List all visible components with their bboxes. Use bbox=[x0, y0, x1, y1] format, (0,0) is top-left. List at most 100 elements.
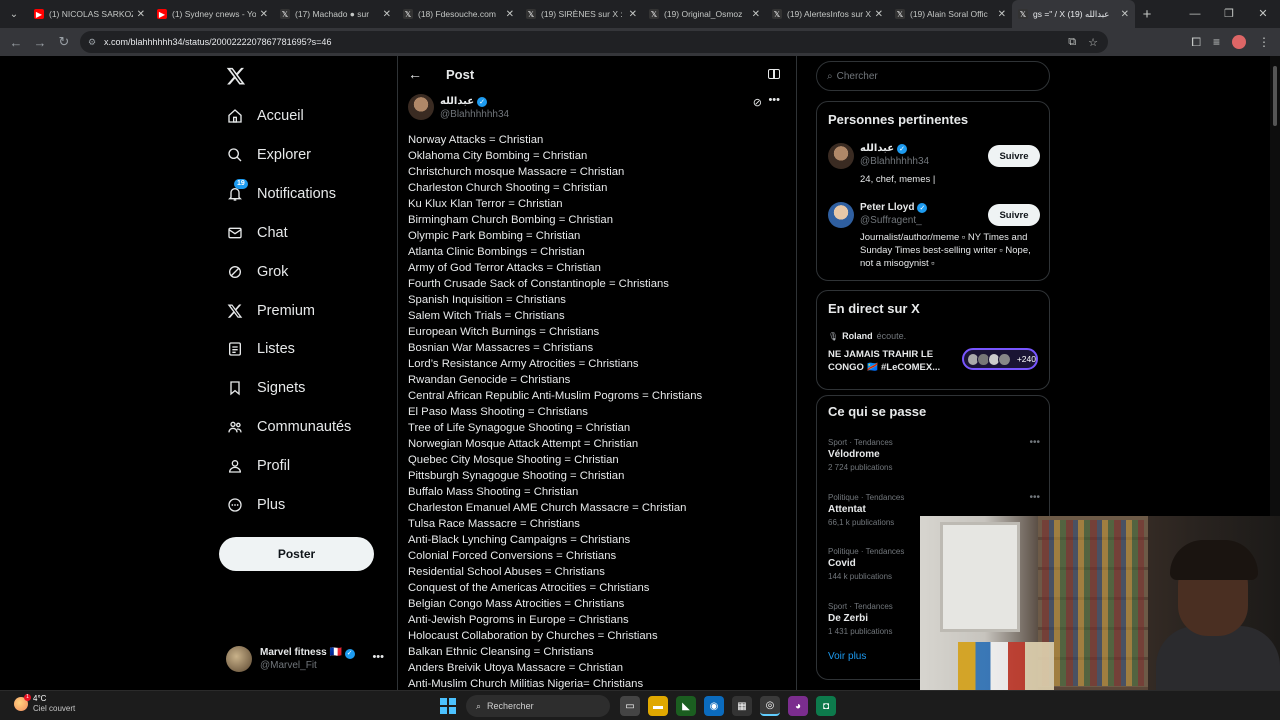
trend-item[interactable]: Sport · Tendances Vélodrome 2 724 publicat… bbox=[828, 437, 1040, 474]
chrome-icon[interactable]: ◎ bbox=[760, 696, 780, 716]
back-arrow-icon[interactable]: ← bbox=[408, 66, 422, 82]
browser-menu-icon[interactable]: ⋮ bbox=[1258, 35, 1270, 49]
browser-tab[interactable]: 𝕏 (17) Machado ● sur ✕ bbox=[274, 0, 397, 28]
reading-list-icon[interactable]: ≡ bbox=[1213, 35, 1220, 49]
author-handle[interactable]: @Blahhhhhh34 bbox=[440, 109, 509, 120]
live-title[interactable]: NE JAMAIS TRAHIR LE CONGO 🇨🇩 #LeCOMEX... bbox=[828, 348, 958, 374]
grok-explain-icon[interactable]: ⊘ bbox=[753, 96, 762, 109]
close-tab-icon[interactable]: ✕ bbox=[260, 9, 268, 20]
person-name[interactable]: عبدالله ✓ bbox=[860, 143, 908, 154]
file-explorer-icon[interactable]: ▬ bbox=[648, 696, 668, 716]
avatar[interactable] bbox=[828, 202, 854, 228]
tab-favicon-icon: 𝕏 bbox=[772, 9, 782, 19]
close-tab-icon[interactable]: ✕ bbox=[752, 9, 760, 20]
browser-tab[interactable]: 𝕏 (19) AlertesInfos sur X ✕ bbox=[766, 0, 889, 28]
post-text-line: Birmingham Church Bombing = Christian bbox=[408, 214, 613, 226]
windows-start-icon[interactable] bbox=[440, 698, 456, 714]
edge-icon[interactable]: ◉ bbox=[704, 696, 724, 716]
browser-toolbar: ← → ↻ ⚙ x.com/blahhhhhh34/status/2000222… bbox=[0, 28, 1280, 56]
close-tab-icon[interactable]: ✕ bbox=[383, 9, 391, 20]
nav-item-signets[interactable]: Signets bbox=[226, 373, 305, 403]
close-tab-icon[interactable]: ✕ bbox=[875, 9, 883, 20]
firefox-icon[interactable]: ◕ bbox=[788, 696, 808, 716]
nav-item-plus[interactable]: Plus bbox=[226, 490, 285, 520]
nvidia-icon[interactable]: ◣ bbox=[676, 696, 696, 716]
streaming-app-icon[interactable]: ◘ bbox=[816, 696, 836, 716]
tab-search-icon[interactable]: ⌄ bbox=[0, 0, 28, 28]
author-name[interactable]: عبدالله ✓ bbox=[440, 96, 488, 107]
more-dots-icon[interactable]: ••• bbox=[768, 94, 780, 106]
bookmark-star-icon[interactable]: ☆ bbox=[1088, 36, 1098, 49]
task-view-icon[interactable]: ▭ bbox=[620, 696, 640, 716]
card-title: Personnes pertinentes bbox=[828, 112, 969, 127]
see-more-link[interactable]: Voir plus bbox=[828, 651, 866, 662]
nav-item-premium[interactable]: Premium bbox=[226, 296, 315, 326]
follow-button[interactable]: Suivre bbox=[988, 145, 1040, 167]
browser-tab[interactable]: 𝕏 (19) SIRÈNES sur X : " ✕ bbox=[520, 0, 643, 28]
address-bar[interactable]: ⚙ x.com/blahhhhhh34/status/2000222207867… bbox=[80, 31, 1108, 53]
live-listeners-pill[interactable]: +240 bbox=[962, 348, 1038, 370]
post-text-line: Central African Republic Anti-Muslim Pog… bbox=[408, 390, 703, 402]
close-tab-icon[interactable]: ✕ bbox=[137, 9, 145, 20]
nav-item-listes[interactable]: Listes bbox=[226, 334, 295, 364]
weather-widget[interactable]: 1 4°C Ciel couvert bbox=[14, 694, 75, 714]
person-item[interactable]: عبدالله ✓ @Blahhhhhh34 24, chef, memes | … bbox=[828, 143, 1040, 187]
post-button[interactable]: Poster bbox=[219, 537, 374, 571]
person-name[interactable]: Peter Lloyd ✓ bbox=[860, 202, 928, 213]
more-dots-icon[interactable]: ••• bbox=[1029, 437, 1040, 448]
browser-tab[interactable]: ▶ (1) NICOLAS SARKOZY ✕ bbox=[28, 0, 151, 28]
post-text-line: Anti-Muslim Church Militias Nigeria= Chr… bbox=[408, 678, 644, 690]
minimize-icon[interactable]: — bbox=[1178, 0, 1212, 28]
store-icon[interactable]: ▦ bbox=[732, 696, 752, 716]
nav-item-chat[interactable]: Chat bbox=[226, 218, 288, 248]
webcam-overlay bbox=[920, 516, 1280, 690]
account-handle: @Marvel_Fit bbox=[260, 660, 317, 671]
browser-profile-avatar[interactable] bbox=[1232, 35, 1246, 49]
avatar[interactable] bbox=[828, 143, 854, 169]
nav-item-notifications[interactable]: 19 Notifications bbox=[226, 178, 336, 209]
browser-tab[interactable]: 𝕏 (19) Original_Osmoz ✕ bbox=[643, 0, 766, 28]
live-host[interactable]: 🎙 Roland écoute. bbox=[828, 331, 906, 341]
taskbar-search[interactable]: ⌕ Rechercher bbox=[466, 695, 610, 717]
site-info-icon[interactable]: ⚙ bbox=[88, 37, 98, 48]
browser-tab[interactable]: 𝕏 (19) Alain Soral Offic ✕ bbox=[889, 0, 1012, 28]
back-icon[interactable]: ← bbox=[4, 35, 28, 50]
browser-tab[interactable]: ▶ (1) Sydney cnews - You ✕ bbox=[151, 0, 274, 28]
post-text-line: Ku Klux Klan Terror = Christian bbox=[408, 198, 563, 210]
close-tab-icon[interactable]: ✕ bbox=[1121, 9, 1129, 20]
trend-name: Vélodrome bbox=[828, 449, 880, 460]
reader-mode-icon[interactable] bbox=[768, 69, 780, 79]
close-tab-icon[interactable]: ✕ bbox=[629, 9, 637, 20]
trend-count: 2 724 publications bbox=[828, 463, 893, 472]
account-switcher[interactable]: Marvel fitness 🇫🇷 ✓ @Marvel_Fit ••• bbox=[226, 644, 386, 674]
maximize-icon[interactable]: ❐ bbox=[1212, 0, 1246, 28]
host-status: écoute. bbox=[876, 331, 907, 341]
browser-tab[interactable]: 𝕏 (18) Fdesouche.com ✕ bbox=[397, 0, 520, 28]
x-logo-icon[interactable] bbox=[226, 66, 246, 86]
author-avatar[interactable] bbox=[408, 94, 434, 120]
install-app-icon[interactable]: ⧉ bbox=[1068, 36, 1076, 49]
new-tab-button[interactable]: + bbox=[1135, 6, 1159, 23]
search-input[interactable]: ⌕ Chercher bbox=[816, 61, 1050, 91]
post-text-line: Army of God Terror Attacks = Christian bbox=[408, 262, 601, 274]
scrollbar-thumb[interactable] bbox=[1273, 66, 1277, 126]
follow-button[interactable]: Suivre bbox=[988, 204, 1040, 226]
nav-item-accueil[interactable]: Accueil bbox=[226, 101, 304, 131]
bell-icon: 19 bbox=[226, 178, 248, 203]
nav-item-grok[interactable]: Grok bbox=[226, 257, 288, 287]
post-text-line: Fourth Crusade Sack of Constantinople = … bbox=[408, 278, 669, 290]
tab-favicon-icon: ▶ bbox=[157, 9, 167, 19]
close-tab-icon[interactable]: ✕ bbox=[506, 9, 514, 20]
nav-item-explorer[interactable]: Explorer bbox=[226, 140, 311, 170]
reload-icon[interactable]: ↻ bbox=[52, 34, 76, 50]
close-window-icon[interactable]: ✕ bbox=[1246, 0, 1280, 28]
more-dots-icon[interactable]: ••• bbox=[372, 651, 384, 663]
close-tab-icon[interactable]: ✕ bbox=[998, 9, 1006, 20]
nav-item-communautés[interactable]: Communautés bbox=[226, 412, 351, 442]
nav-item-profil[interactable]: Profil bbox=[226, 451, 290, 481]
forward-icon[interactable]: → bbox=[28, 35, 52, 50]
extensions-icon[interactable]: ⧠ bbox=[1191, 35, 1201, 50]
person-item[interactable]: Peter Lloyd ✓ @Suffragent_ Journalist/aut… bbox=[828, 202, 1040, 272]
more-dots-icon[interactable]: ••• bbox=[1029, 492, 1040, 503]
browser-tab[interactable]: 𝕏gs =" / X عبدالله (19) ✕ bbox=[1012, 0, 1135, 28]
